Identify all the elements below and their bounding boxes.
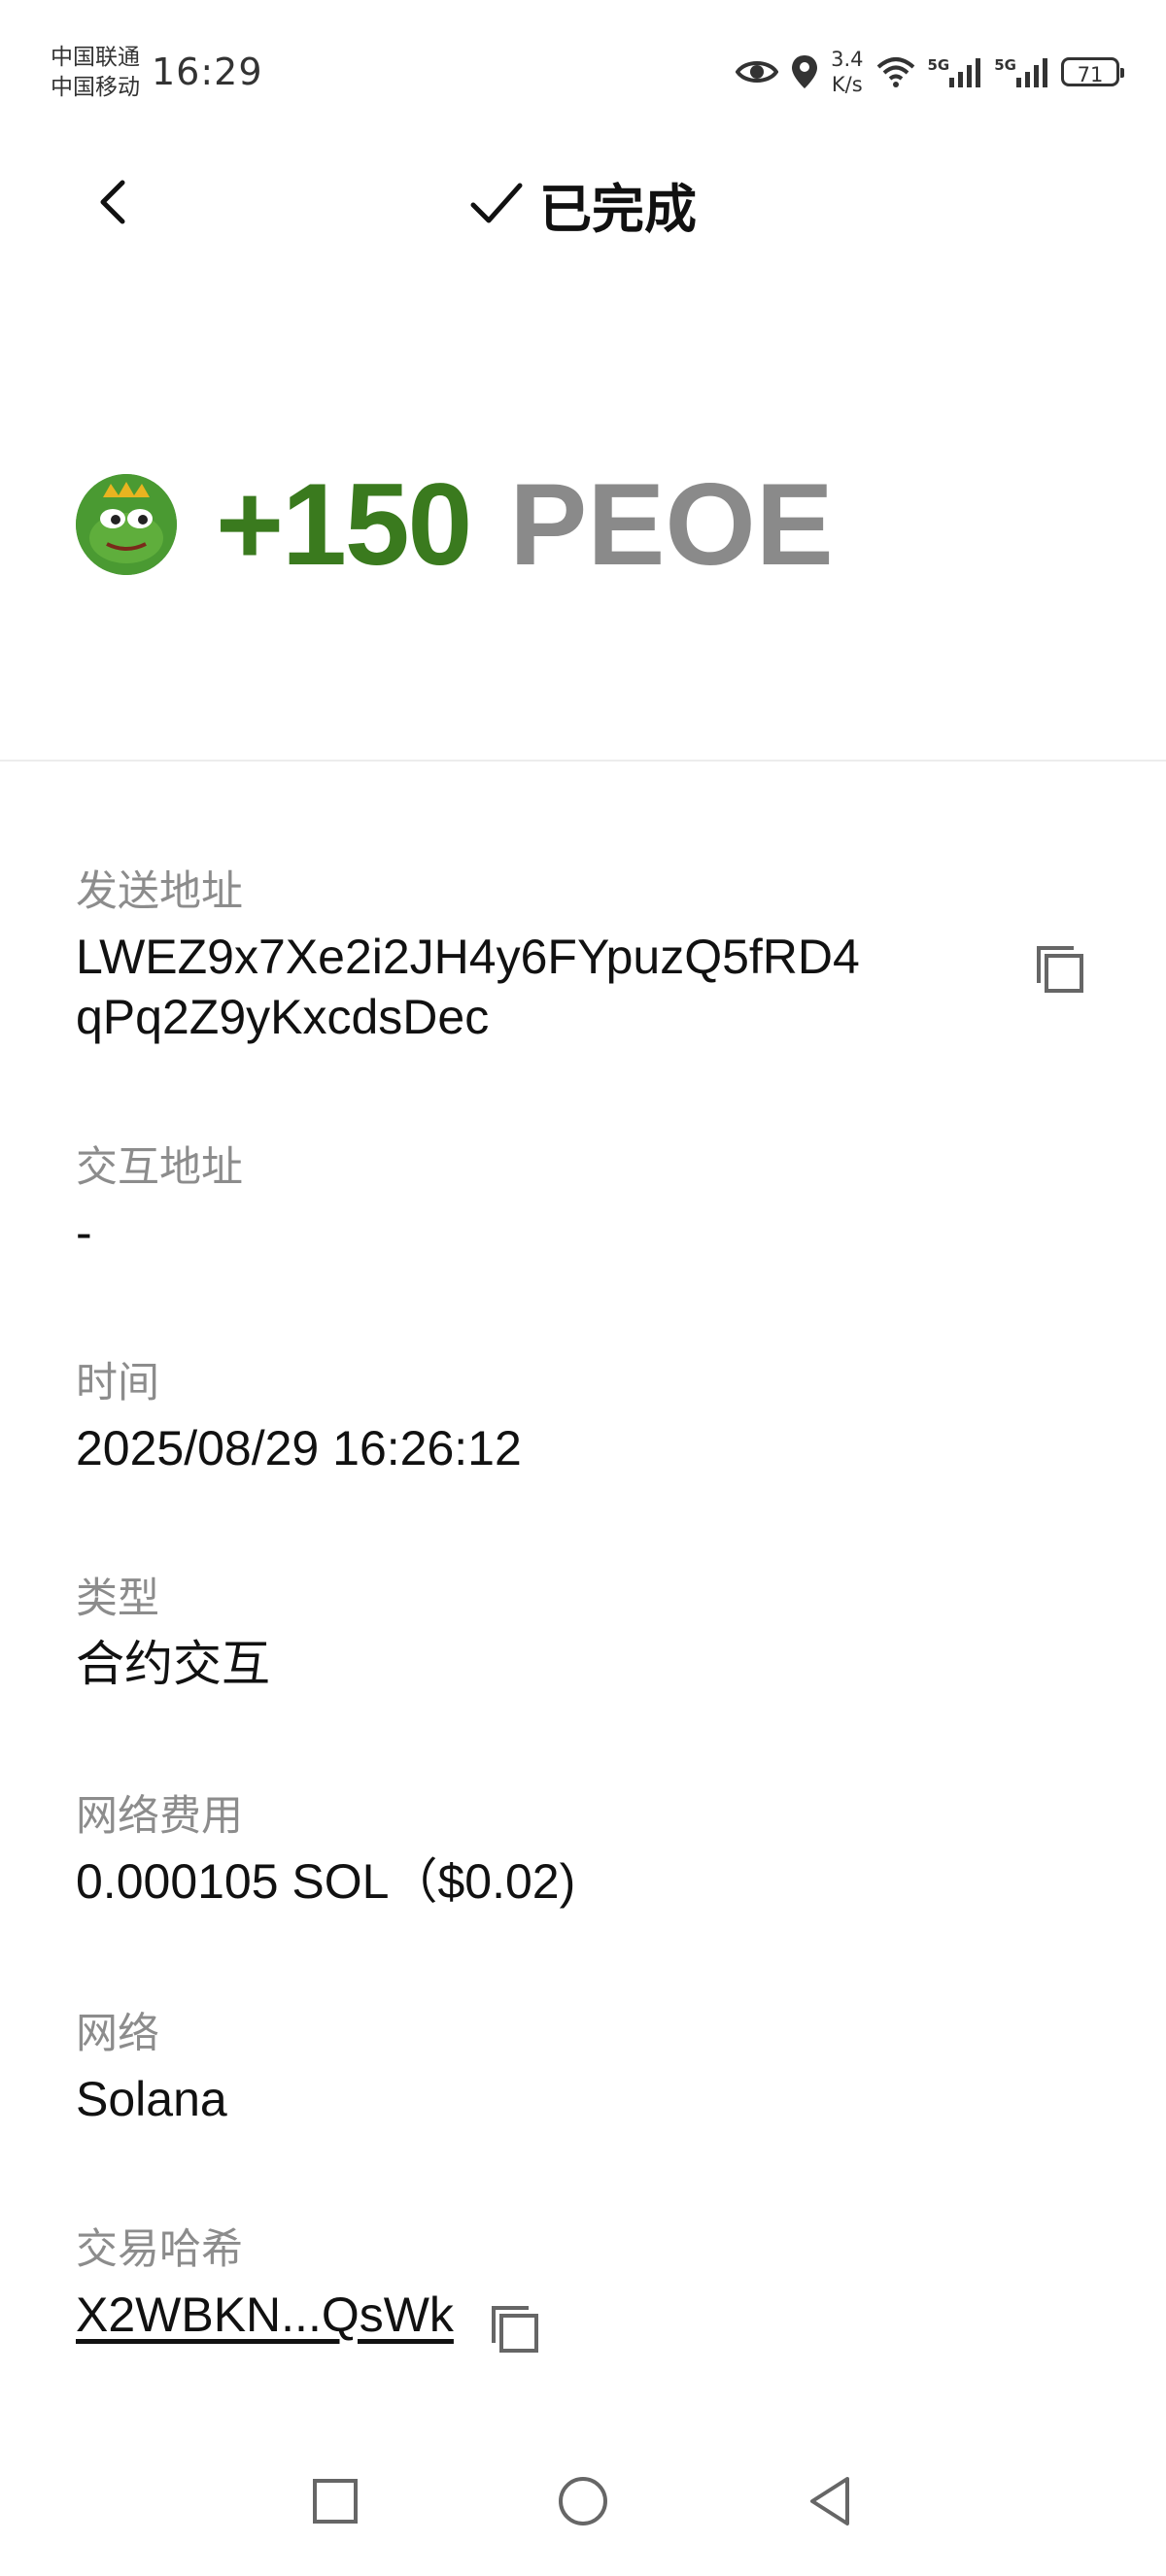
- network-value: Solana: [76, 2072, 227, 2126]
- interact-label: 交互地址: [76, 1143, 243, 1192]
- copy-icon[interactable]: [488, 2302, 542, 2356]
- carrier-2: 中国移动: [51, 75, 140, 100]
- network-section: 网络 Solana: [76, 2007, 1096, 2129]
- fee-section: 网络费用 0.000105 SOL（$0.02): [76, 1789, 1096, 1912]
- signal-2: 5G: [994, 56, 1049, 87]
- sender-label: 发送地址: [76, 867, 243, 916]
- token-logo-icon: [76, 474, 177, 575]
- net-speed: 3.4 K/s: [831, 47, 863, 97]
- amount-unit: PEOE: [509, 459, 834, 590]
- nav-circle-icon[interactable]: [549, 2467, 617, 2535]
- sender-address: LWEZ9x7Xe2i2JH4y6FYpuzQ5fRD4qPq2Z9yKxcds…: [76, 930, 860, 1044]
- amount-row: +150 PEOE: [76, 459, 834, 590]
- battery-icon: 71: [1061, 57, 1124, 86]
- time-value: 2025/08/29 16:26:12: [76, 1421, 522, 1475]
- network-type-1: 5G: [927, 56, 950, 74]
- time-label: 时间: [76, 1359, 159, 1407]
- network-label: 网络: [76, 2010, 159, 2058]
- location-icon: [792, 55, 818, 88]
- fee-label: 网络费用: [76, 1792, 243, 1841]
- tx-hash-link[interactable]: X2WBKN...QsWk: [76, 2285, 454, 2345]
- speed-value: 3.4: [831, 48, 864, 71]
- carrier-info: 中国联通 中国移动: [51, 43, 140, 103]
- type-section: 类型 合约交互: [76, 1572, 1096, 1694]
- eye-icon: [736, 61, 779, 83]
- page-title: 已完成: [0, 165, 1166, 243]
- interact-address-section: 交互地址 -: [76, 1140, 1096, 1263]
- time-section: 时间 2025/08/29 16:26:12: [76, 1356, 1096, 1478]
- nav-square-icon[interactable]: [301, 2467, 369, 2535]
- sender-address-section: 发送地址 LWEZ9x7Xe2i2JH4y6FYpuzQ5fRD4qPq2Z9y…: [76, 864, 1096, 1047]
- signal-icon: [1016, 58, 1047, 87]
- signal-1: 5G: [928, 56, 983, 87]
- hash-label: 交易哈希: [76, 2225, 243, 2274]
- check-icon: [470, 183, 523, 223]
- status-icons: 3.4 K/s 5G 5G 71: [736, 47, 1124, 97]
- status-bar: 中国联通 中国移动 16:29 3.4 K/s 5G 5G 71: [0, 0, 1166, 146]
- type-value: 合约交互: [76, 1637, 270, 1691]
- network-type-2: 5G: [994, 56, 1016, 74]
- speed-unit: K/s: [831, 73, 863, 96]
- battery-level: 71: [1077, 63, 1104, 86]
- amount-value: +150: [216, 459, 472, 590]
- type-label: 类型: [76, 1575, 159, 1623]
- interact-address: -: [76, 1205, 92, 1260]
- wifi-icon: [876, 57, 914, 87]
- fee-value: 0.000105 SOL（$0.02): [76, 1854, 576, 1909]
- hash-section: 交易哈希 X2WBKN...QsWk: [76, 2222, 1096, 2345]
- signal-icon: [949, 58, 981, 87]
- system-nav-bar: [0, 2438, 1166, 2576]
- status-time: 16:29: [152, 51, 263, 93]
- divider: [0, 760, 1166, 762]
- carrier-1: 中国联通: [51, 45, 140, 70]
- copy-icon[interactable]: [1033, 942, 1087, 997]
- status-title: 已完成: [539, 178, 697, 240]
- hash-row: X2WBKN...QsWk: [76, 2285, 1096, 2345]
- nav-back-icon[interactable]: [797, 2467, 865, 2535]
